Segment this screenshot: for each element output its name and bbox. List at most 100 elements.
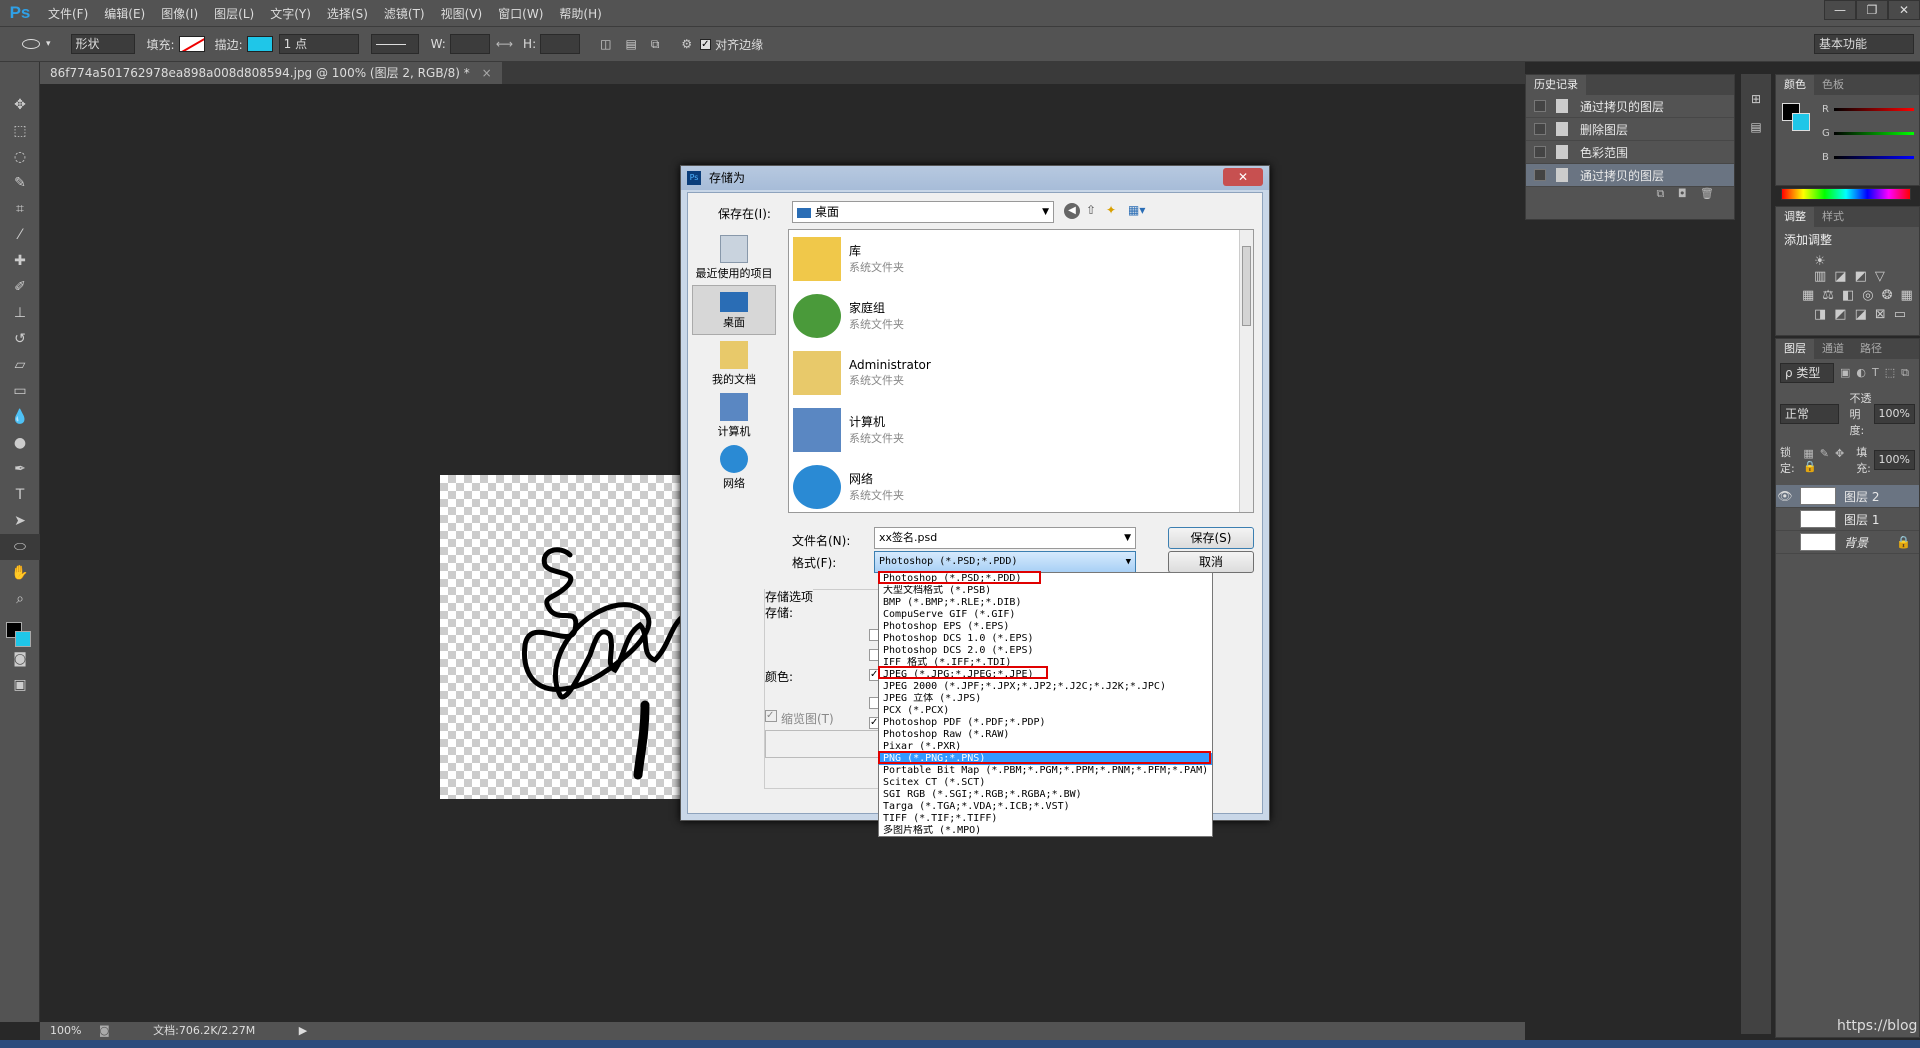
- ellipse-tool-icon[interactable]: [22, 39, 40, 49]
- opacity-field[interactable]: 100%: [1873, 404, 1915, 424]
- type-tool-icon[interactable]: T: [0, 482, 40, 508]
- move-tool-icon[interactable]: ✥: [0, 92, 40, 118]
- width-field[interactable]: [449, 34, 490, 54]
- restore-button[interactable]: ❐: [1856, 0, 1888, 20]
- history-checkbox[interactable]: [1534, 169, 1546, 181]
- format-option[interactable]: TIFF (*.TIF;*.TIFF): [879, 813, 1212, 825]
- thumbnail-checkbox[interactable]: ✓: [765, 710, 777, 722]
- quick-select-tool-icon[interactable]: ✎: [0, 170, 40, 196]
- hue-sat-icon[interactable]: ▦: [1802, 288, 1822, 303]
- tab-styles[interactable]: 样式: [1814, 207, 1852, 227]
- channel-mixer-icon[interactable]: ❂: [1882, 288, 1901, 303]
- eraser-tool-icon[interactable]: ▱: [0, 352, 40, 378]
- trash-icon[interactable]: 🗑: [1700, 187, 1714, 200]
- layer-row[interactable]: 👁 图层 2: [1776, 485, 1919, 508]
- history-checkbox[interactable]: [1534, 100, 1546, 112]
- menu-help[interactable]: 帮助(H): [551, 5, 609, 22]
- path-select-tool-icon[interactable]: ➤: [0, 508, 40, 534]
- back-icon[interactable]: ◀: [1064, 203, 1080, 219]
- format-option[interactable]: JPEG 2000 (*.JPF;*.JPX;*.JP2;*.J2C;*.J2K…: [879, 681, 1212, 693]
- color-lookup-icon[interactable]: ▦: [1901, 288, 1920, 303]
- file-item[interactable]: 网络 系统文件夹: [789, 458, 1253, 512]
- document-tab[interactable]: 86f774a501762978ea898a008d808594.jpg @ 1…: [40, 62, 502, 84]
- format-option[interactable]: JPEG 立体 (*.JPS): [879, 693, 1212, 705]
- filter-icons[interactable]: ▣◐T⬚⧉: [1840, 366, 1915, 380]
- nav-computer[interactable]: 计算机: [692, 393, 776, 439]
- layer-name[interactable]: 背景: [1844, 534, 1868, 551]
- levels-icon[interactable]: ▥: [1814, 269, 1834, 284]
- g-slider[interactable]: [1834, 131, 1914, 135]
- layer-name[interactable]: 图层 2: [1844, 488, 1879, 505]
- hand-tool-icon[interactable]: ✋: [0, 560, 40, 586]
- tab-paths[interactable]: 路径: [1852, 339, 1890, 359]
- format-option[interactable]: 大型文档格式 (*.PSB): [879, 585, 1212, 597]
- save-in-select[interactable]: 桌面 ▼: [792, 201, 1054, 223]
- nav-desktop[interactable]: 桌面: [692, 285, 776, 335]
- menu-view[interactable]: 视图(V): [433, 5, 491, 22]
- scroll-thumb[interactable]: [1242, 246, 1251, 326]
- crop-tool-icon[interactable]: ⌗: [0, 196, 40, 222]
- history-item[interactable]: 删除图层: [1526, 118, 1734, 141]
- height-field[interactable]: [540, 34, 581, 54]
- color-balance-icon[interactable]: ⚖: [1822, 288, 1842, 303]
- invert-icon[interactable]: ◨: [1814, 307, 1834, 322]
- close-tab-icon[interactable]: ×: [482, 66, 492, 80]
- layer-row[interactable]: 图层 1: [1776, 508, 1919, 531]
- history-checkbox[interactable]: [1534, 123, 1546, 135]
- history-brush-tool-icon[interactable]: ↺: [0, 326, 40, 352]
- status-icon[interactable]: ◙: [99, 1024, 110, 1037]
- file-item[interactable]: 家庭组 系统文件夹: [789, 287, 1253, 344]
- minimize-button[interactable]: —: [1824, 0, 1856, 20]
- path-arrange-icon[interactable]: ⧉: [651, 37, 660, 52]
- healing-tool-icon[interactable]: ✚: [0, 248, 40, 274]
- layer-name[interactable]: 图层 1: [1844, 511, 1879, 528]
- format-option[interactable]: CompuServe GIF (*.GIF): [879, 609, 1212, 621]
- eyedropper-tool-icon[interactable]: ⁄: [0, 222, 40, 248]
- bw-icon[interactable]: ◧: [1842, 288, 1862, 303]
- posterize-icon[interactable]: ◩: [1834, 307, 1854, 322]
- close-button[interactable]: ✕: [1888, 0, 1920, 20]
- screen-mode-icon[interactable]: ▣: [0, 672, 40, 698]
- stroke-width-field[interactable]: 1 点: [278, 34, 359, 54]
- photo-filter-icon[interactable]: ◎: [1862, 288, 1881, 303]
- stroke-swatch[interactable]: [246, 36, 273, 52]
- blur-tool-icon[interactable]: 💧: [0, 404, 40, 430]
- tab-color[interactable]: 颜色: [1776, 75, 1814, 95]
- pen-tool-icon[interactable]: ✒: [0, 456, 40, 482]
- format-option[interactable]: Scitex CT (*.SCT): [879, 777, 1212, 789]
- view-menu-icon[interactable]: ▦▾: [1128, 203, 1145, 217]
- menu-filter[interactable]: 滤镜(T): [376, 5, 433, 22]
- fill-field[interactable]: 100%: [1873, 450, 1915, 470]
- chevron-down-icon[interactable]: ▾: [46, 39, 51, 49]
- gear-icon[interactable]: ⚙: [681, 37, 692, 51]
- nav-documents[interactable]: 我的文档: [692, 341, 776, 387]
- format-option[interactable]: Photoshop DCS 1.0 (*.EPS): [879, 633, 1212, 645]
- color-spectrum[interactable]: [1781, 188, 1911, 200]
- format-option[interactable]: 多图片格式 (*.MPO): [879, 825, 1212, 837]
- b-slider[interactable]: [1834, 155, 1914, 159]
- blend-mode-select[interactable]: 正常: [1780, 404, 1840, 424]
- fg-bg-swatch[interactable]: [1782, 103, 1812, 133]
- up-folder-icon[interactable]: ⇧: [1086, 203, 1096, 217]
- new-folder-icon[interactable]: ✦: [1106, 203, 1116, 217]
- properties-icon[interactable]: ▤: [1741, 120, 1771, 134]
- format-option[interactable]: BMP (*.BMP;*.RLE;*.DIB): [879, 597, 1212, 609]
- lasso-tool-icon[interactable]: ◌: [0, 144, 40, 170]
- lock-icons[interactable]: ▦✎✥🔒: [1803, 447, 1850, 473]
- camera-icon[interactable]: ◘: [1678, 187, 1687, 200]
- menu-image[interactable]: 图像(I): [153, 5, 206, 22]
- save-button[interactable]: 保存(S): [1168, 527, 1254, 549]
- history-item[interactable]: 色彩范围: [1526, 141, 1734, 164]
- format-option[interactable]: Targa (*.TGA;*.VDA;*.ICB;*.VST): [879, 801, 1212, 813]
- stroke-type-select[interactable]: [370, 34, 419, 54]
- history-item[interactable]: 通过拷贝的图层: [1526, 95, 1734, 118]
- file-item[interactable]: 库系统文件夹: [789, 230, 1253, 287]
- path-ops-icon[interactable]: ◫: [600, 37, 611, 51]
- mode-select[interactable]: 形状: [70, 34, 135, 54]
- vibrance-icon[interactable]: ▽: [1875, 269, 1893, 284]
- format-option[interactable]: Photoshop Raw (*.RAW): [879, 729, 1212, 741]
- menu-layer[interactable]: 图层(L): [206, 5, 262, 22]
- tab-history[interactable]: 历史记录: [1526, 75, 1586, 95]
- ellipse-tool-active-icon[interactable]: ⬭: [0, 534, 40, 560]
- threshold-icon[interactable]: ◪: [1855, 307, 1875, 322]
